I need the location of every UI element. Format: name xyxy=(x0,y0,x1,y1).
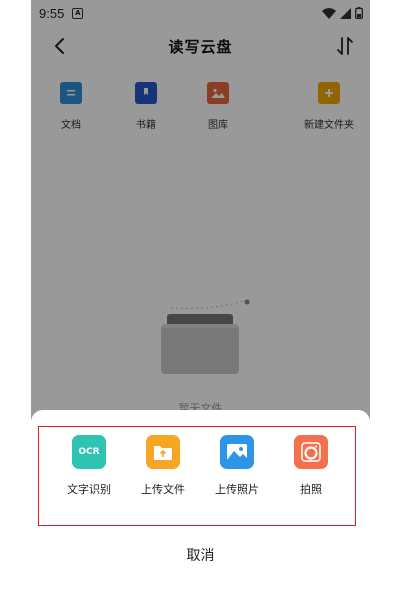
camera-icon xyxy=(294,435,328,469)
upload-photo-icon xyxy=(220,435,254,469)
camera-label: 拍照 xyxy=(300,483,322,496)
ocr-icon-text: OCR xyxy=(78,447,100,457)
upload-file-icon xyxy=(146,435,180,469)
ocr-button-label: 文字识别 xyxy=(67,483,111,496)
camera-button[interactable]: 拍照 xyxy=(273,435,349,497)
phone-screen: 9:55 A 读写云盘 文档 书籍 图库 新建文件夹 暂无文件 OCR 文字识别… xyxy=(31,0,370,600)
upload-file-label: 上传文件 xyxy=(141,483,185,496)
upload-photo-label: 上传照片 xyxy=(215,483,259,496)
ocr-icon: OCR xyxy=(72,435,106,469)
upload-file-button[interactable]: 上传文件 xyxy=(125,435,201,497)
upload-photo-button[interactable]: 上传照片 xyxy=(199,435,275,497)
upload-bottom-sheet: OCR 文字识别 上传文件 上传照片 拍照 取消 xyxy=(31,410,370,600)
ocr-button[interactable]: OCR 文字识别 xyxy=(51,435,127,497)
cancel-button[interactable]: 取消 xyxy=(31,540,370,570)
